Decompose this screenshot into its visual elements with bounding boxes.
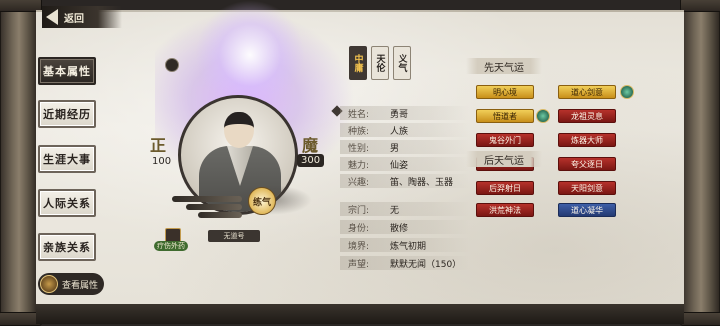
righteous-glyph: 正 — [150, 136, 167, 155]
info-value: 无 — [390, 205, 400, 216]
trait-daoxin-ninghua[interactable]: 道心凝华 — [558, 203, 616, 217]
acquired-fortune-title: 后天气运 — [466, 151, 542, 167]
innate-fortune-title: 先天气运 — [466, 58, 542, 74]
info-gender: 性别: 男 — [340, 140, 470, 154]
righteous-value: 100 — [152, 156, 172, 167]
info-label: 魅力: — [348, 160, 370, 171]
info-label: 姓名: — [348, 109, 370, 120]
search-icon[interactable] — [165, 58, 179, 72]
trait-longzu[interactable]: 龙祖灵息 — [558, 109, 616, 123]
info-value: 勇哥 — [390, 109, 409, 120]
tab-loyalty[interactable]: 义气 — [393, 46, 411, 80]
bottom-bar — [36, 304, 684, 324]
item-label: 疗伤外药 — [154, 241, 188, 251]
realm-seal-badge[interactable]: 练气 — [248, 187, 276, 215]
tab-career-events[interactable]: 生涯大事 — [38, 145, 96, 173]
info-race: 种族: 人族 — [340, 123, 470, 137]
info-value: 散修 — [390, 223, 409, 234]
light-aura — [195, 0, 305, 110]
left-scroll-rod — [0, 0, 42, 326]
info-label: 种族: — [348, 126, 370, 137]
tab-basic-attributes[interactable]: 基本属性 — [38, 57, 96, 85]
back-arrow-icon — [46, 9, 58, 25]
figure-head — [224, 112, 254, 148]
info-label: 兴趣: — [348, 177, 370, 188]
info-value: 炼气初期 — [390, 241, 427, 252]
info-realm: 境界: 炼气初期 — [340, 238, 470, 252]
trait-houyi[interactable]: 后羿射日 — [476, 181, 534, 195]
trait-daoxin-jianyi[interactable]: 道心剑意 — [558, 85, 616, 99]
fortune-orb-icon — [536, 109, 550, 123]
tab-recent-experience[interactable]: 近期经历 — [38, 100, 96, 128]
trait-kuafu[interactable]: 夸父逐日 — [558, 157, 616, 171]
view-attributes-label: 查看属性 — [62, 280, 99, 291]
back-button[interactable]: 返回 — [42, 6, 122, 28]
character-avatar-icon — [40, 275, 58, 293]
info-name: 姓名: 勇哥 — [340, 106, 470, 120]
trait-wudao[interactable]: 悟道者 — [476, 109, 534, 123]
info-value: 笛、陶器、玉器 — [390, 177, 454, 188]
info-label: 性别: — [348, 143, 370, 154]
demonic-glyph: 魔 — [302, 136, 319, 155]
rod-cap — [680, 0, 720, 12]
info-value: 男 — [390, 143, 400, 154]
tab-kinship[interactable]: 天伦 — [371, 46, 389, 80]
info-reputation: 声望: 默默无闻（150） — [340, 256, 470, 270]
trait-honghuang[interactable]: 洪荒神法 — [476, 203, 534, 217]
info-label: 身份: — [348, 223, 370, 234]
trait-tianyang[interactable]: 天阳剑意 — [558, 181, 616, 195]
tab-moderation[interactable]: 中庸 — [349, 46, 367, 80]
view-attributes-button[interactable]: 查看属性 — [38, 273, 104, 295]
tab-relationships[interactable]: 人际关系 — [38, 189, 96, 217]
dao-title-pill[interactable]: 无道号 — [208, 230, 260, 242]
info-charm: 魅力: 仙姿 — [340, 157, 470, 171]
trait-guigu[interactable]: 鬼谷外门 — [476, 133, 534, 147]
info-label: 境界: — [348, 241, 370, 252]
info-value: 默默无闻（150） — [390, 259, 462, 270]
tab-family[interactable]: 亲族关系 — [38, 233, 96, 261]
trait-mingxin[interactable]: 明心境 — [476, 85, 534, 99]
info-value: 仙姿 — [390, 160, 409, 171]
demonic-value: 300 — [297, 154, 325, 167]
info-value: 人族 — [390, 126, 409, 137]
fortune-orb-icon — [620, 85, 634, 99]
info-identity: 身份: 散修 — [340, 220, 470, 234]
info-hobbies: 兴趣: 笛、陶器、玉器 — [340, 174, 470, 188]
trait-lianqi[interactable]: 炼器大师 — [558, 133, 616, 147]
info-label: 声望: — [348, 259, 370, 270]
info-label: 宗门: — [348, 205, 370, 216]
right-scroll-rod — [680, 0, 720, 326]
back-label: 返回 — [64, 13, 84, 25]
info-sect: 宗门: 无 — [340, 202, 470, 216]
